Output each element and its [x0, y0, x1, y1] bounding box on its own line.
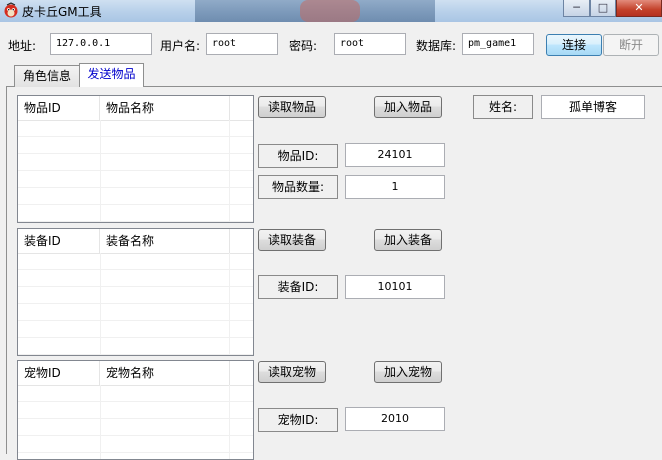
username-label: 用户名:: [160, 39, 201, 53]
equipment-id-label: 装备ID:: [258, 275, 338, 299]
tab-role-info[interactable]: 角色信息: [14, 65, 80, 87]
connect-button[interactable]: 连接: [546, 34, 602, 56]
database-label: 数据库:: [416, 39, 457, 53]
pet-id-label: 宠物ID:: [258, 408, 338, 432]
item-quantity-field[interactable]: 1: [345, 175, 445, 199]
add-equipment-button[interactable]: 加入装备: [374, 229, 442, 251]
close-button[interactable]: ✕: [616, 0, 662, 17]
read-items-button[interactable]: 读取物品: [258, 96, 326, 118]
column-header-item-name[interactable]: 物品名称: [100, 96, 230, 120]
add-pet-button[interactable]: 加入宠物: [374, 361, 442, 383]
read-pets-button[interactable]: 读取宠物: [258, 361, 326, 383]
equipment-list[interactable]: 装备ID 装备名称: [17, 228, 254, 356]
list-header: 物品ID 物品名称: [18, 96, 253, 121]
column-header-equipment-id[interactable]: 装备ID: [18, 229, 100, 253]
password-field[interactable]: root: [334, 33, 406, 55]
pets-list[interactable]: 宠物ID 宠物名称: [17, 360, 254, 460]
add-item-button[interactable]: 加入物品: [374, 96, 442, 118]
item-id-label: 物品ID:: [258, 144, 338, 168]
window-title: 皮卡丘GM工具: [22, 5, 102, 19]
password-label: 密码:: [289, 39, 318, 53]
items-list[interactable]: 物品ID 物品名称: [17, 95, 254, 223]
name-label: 姓名:: [473, 95, 533, 119]
item-quantity-label: 物品数量:: [258, 175, 338, 199]
equipment-id-field[interactable]: 10101: [345, 275, 445, 299]
username-field[interactable]: root: [206, 33, 278, 55]
minimize-button[interactable]: ─: [563, 0, 590, 17]
column-header-equipment-name[interactable]: 装备名称: [100, 229, 230, 253]
list-header: 宠物ID 宠物名称: [18, 361, 253, 386]
database-field[interactable]: pm_game1: [462, 33, 534, 55]
pet-id-field[interactable]: 2010: [345, 407, 445, 431]
address-label: 地址:: [8, 39, 37, 53]
app-icon: [3, 2, 19, 18]
background-window-accent: [300, 0, 360, 22]
disconnect-button[interactable]: 断开: [603, 34, 659, 56]
tab-send-items[interactable]: 发送物品: [79, 63, 144, 87]
column-header-pet-name[interactable]: 宠物名称: [100, 361, 230, 385]
maximize-button[interactable]: □: [590, 0, 616, 17]
item-id-field[interactable]: 24101: [345, 143, 445, 167]
column-header-pet-id[interactable]: 宠物ID: [18, 361, 100, 385]
address-field[interactable]: 127.0.0.1: [50, 33, 152, 55]
list-header: 装备ID 装备名称: [18, 229, 253, 254]
name-field[interactable]: 孤单博客: [541, 95, 645, 119]
column-header-item-id[interactable]: 物品ID: [18, 96, 100, 120]
read-equipment-button[interactable]: 读取装备: [258, 229, 326, 251]
